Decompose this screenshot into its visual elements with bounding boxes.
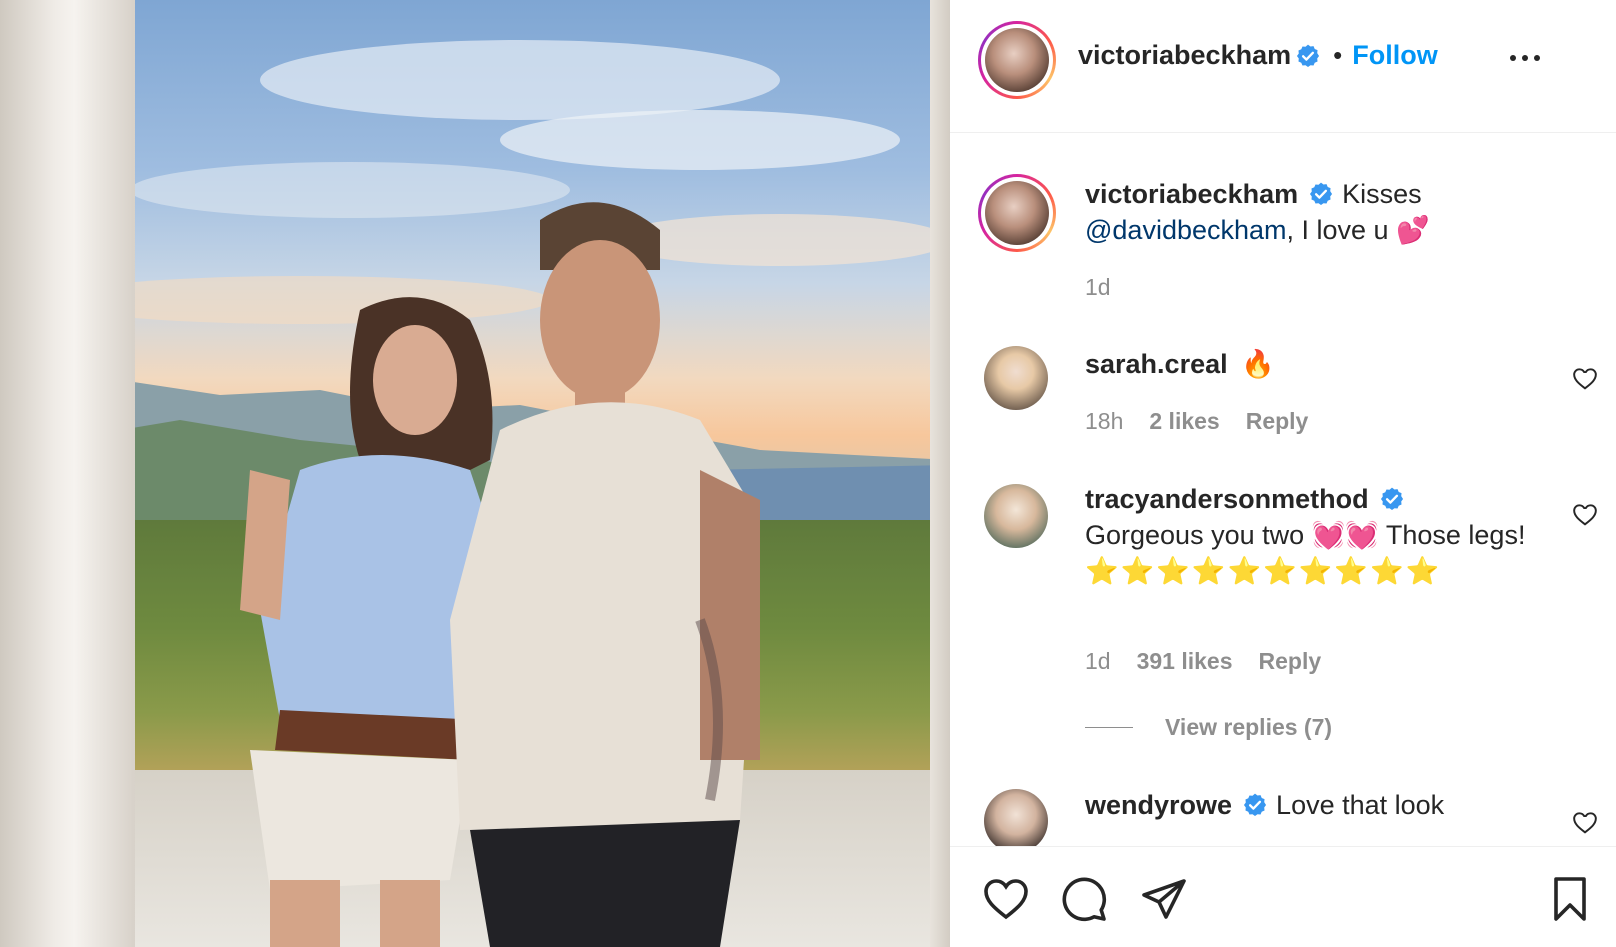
separator-dot: • xyxy=(1333,40,1343,70)
post-action-bar xyxy=(950,846,1616,947)
caption-emoji: 💕 xyxy=(1396,215,1430,246)
header-user-row: victoriabeckham • Follow xyxy=(1078,40,1438,71)
caption-mention[interactable]: @davidbeckham xyxy=(1085,215,1287,245)
comment-icon[interactable] xyxy=(1060,875,1108,923)
more-options-icon[interactable] xyxy=(1510,46,1546,70)
comment-text: tracyandersonmethod Gorgeous you two 💓💓 … xyxy=(1085,481,1535,590)
caption-meta: 1d xyxy=(1085,274,1111,301)
verified-badge-icon xyxy=(1310,182,1333,206)
heart-icon[interactable] xyxy=(982,875,1030,923)
comment-meta: 18h 2 likes Reply xyxy=(1085,408,1308,435)
comment-body: 🔥 xyxy=(1241,349,1275,380)
view-replies-label: View replies (7) xyxy=(1165,714,1333,740)
comment-avatar[interactable] xyxy=(984,346,1048,410)
post-photo[interactable] xyxy=(0,0,950,947)
author-avatar[interactable] xyxy=(978,21,1056,99)
view-replies-line xyxy=(1085,727,1133,728)
caption-username[interactable]: victoriabeckham xyxy=(1085,179,1298,209)
verified-badge-icon xyxy=(1297,44,1320,67)
follow-button[interactable]: Follow xyxy=(1352,40,1437,71)
comment-body: Gorgeous you two 💓💓 Those legs! xyxy=(1085,520,1526,550)
caption-time[interactable]: 1d xyxy=(1085,274,1111,301)
bookmark-icon[interactable] xyxy=(1546,875,1594,923)
comment-time[interactable]: 18h xyxy=(1085,408,1123,435)
comment-likes[interactable]: 2 likes xyxy=(1149,408,1219,435)
comment-body: Love that look xyxy=(1276,790,1445,820)
caption-suffix: , I love u xyxy=(1286,215,1389,245)
comment-stars: ⭐⭐⭐⭐⭐⭐⭐⭐⭐⭐ xyxy=(1085,556,1442,587)
share-icon[interactable] xyxy=(1140,875,1188,923)
comment-reply-button[interactable]: Reply xyxy=(1246,408,1309,435)
comment-username[interactable]: wendyrowe xyxy=(1085,790,1232,820)
man-figure xyxy=(450,202,760,947)
comment-avatar[interactable] xyxy=(984,484,1048,548)
couple-figures xyxy=(240,202,760,947)
caption-text: victoriabeckham Kisses @davidbeckham, I l… xyxy=(1085,176,1535,249)
comment-text: wendyrowe Love that look xyxy=(1085,787,1535,823)
comment-avatar[interactable] xyxy=(984,789,1048,846)
comment-reply-button[interactable]: Reply xyxy=(1259,648,1322,675)
post-header: victoriabeckham • Follow xyxy=(950,0,1616,133)
comment-like-heart-icon[interactable] xyxy=(1572,366,1598,390)
comment-text: sarah.creal 🔥 xyxy=(1085,346,1535,383)
comment-time[interactable]: 1d xyxy=(1085,648,1111,675)
comments-list[interactable]: victoriabeckham Kisses @davidbeckham, I l… xyxy=(950,134,1616,846)
comment-username[interactable]: tracyandersonmethod xyxy=(1085,484,1369,514)
comment-meta: 1d 391 likes Reply xyxy=(1085,648,1321,675)
view-replies-button[interactable]: View replies (7) xyxy=(1085,714,1332,741)
comment-likes[interactable]: 391 likes xyxy=(1137,648,1233,675)
comment-like-heart-icon[interactable] xyxy=(1572,810,1598,834)
comment-like-heart-icon[interactable] xyxy=(1572,502,1598,526)
verified-badge-icon xyxy=(1380,487,1403,511)
author-username[interactable]: victoriabeckham xyxy=(1078,40,1291,71)
caption-avatar[interactable] xyxy=(978,174,1056,252)
comment-username[interactable]: sarah.creal xyxy=(1085,349,1228,379)
verified-badge-icon xyxy=(1243,793,1267,817)
post-side-panel: victoriabeckham • Follow victoriabeckham… xyxy=(950,0,1616,947)
caption-body: Kisses xyxy=(1342,179,1422,209)
